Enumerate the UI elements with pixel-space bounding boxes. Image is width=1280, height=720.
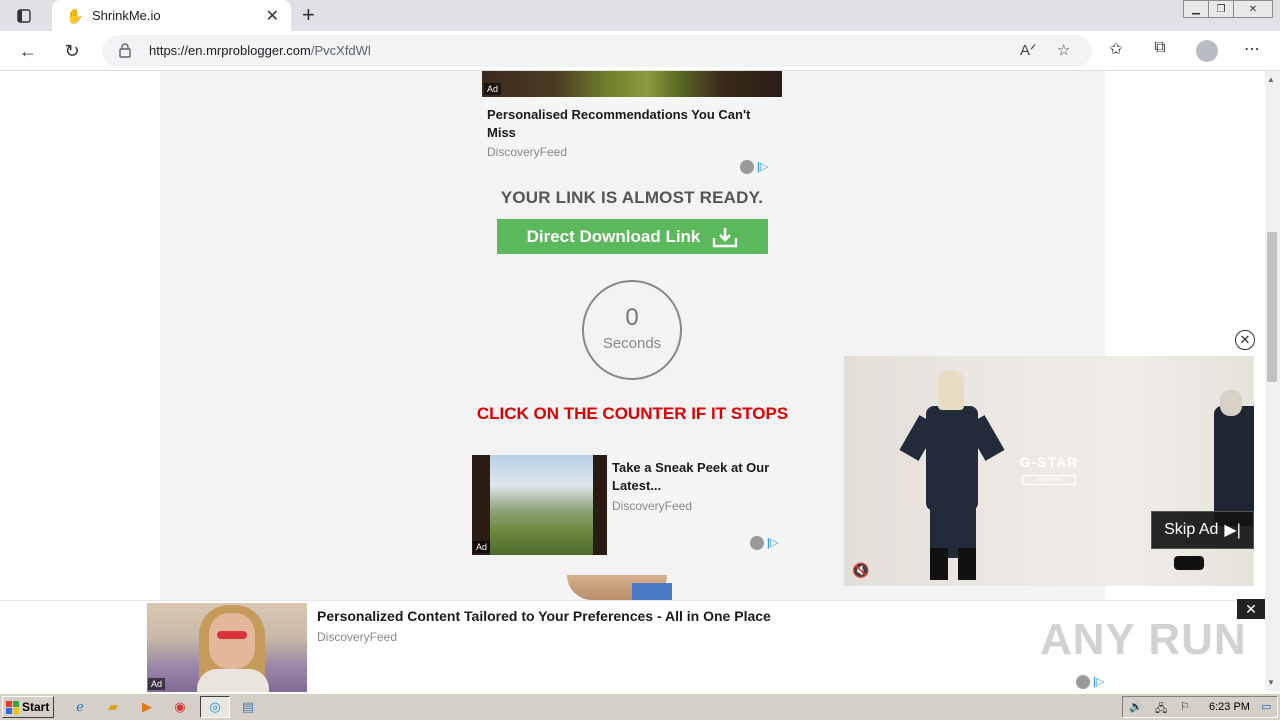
media-player-icon[interactable]: ▶ xyxy=(137,698,157,716)
adchoices-icon[interactable]: |▷ xyxy=(750,536,779,551)
download-icon xyxy=(713,227,738,247)
taskbar: Start ℯ ▰ ▶ ◉ ◎ ▤ 🔊 🖧 ⚐ 6:23 PM ▭ xyxy=(0,693,1280,720)
close-window-icon[interactable]: ✕ xyxy=(1233,0,1273,18)
back-icon[interactable]: ← xyxy=(16,39,40,63)
favorites-icon[interactable]: ✩ xyxy=(1104,39,1128,59)
system-tray xyxy=(1122,696,1278,718)
profile-avatar[interactable] xyxy=(1196,40,1218,62)
tab-bar: ✋ ShrinkMe.io ✕ + ▁ ❐ ✕ xyxy=(0,0,1280,31)
link-ready-heading: YOUR LINK IS ALMOST READY. xyxy=(500,188,764,207)
restore-icon[interactable]: ❐ xyxy=(1208,0,1234,18)
more-options-icon[interactable]: ⋯ xyxy=(1240,39,1264,59)
native-ad-middle[interactable]: Ad Take a Sneak Peek at Our Latest... Di… xyxy=(472,455,790,555)
counter-hint: CLICK ON THE COUNTER IF IT STOPS xyxy=(476,404,789,423)
ad-title[interactable]: Personalized Content Tailored to Your Pr… xyxy=(317,608,771,624)
tab-title: ShrinkMe.io xyxy=(92,8,161,23)
close-tab-icon[interactable]: ✕ xyxy=(266,6,279,26)
lock-icon xyxy=(119,43,131,58)
add-favorite-icon[interactable]: ☆ xyxy=(1057,41,1070,59)
mute-icon[interactable]: 🔇 xyxy=(852,562,869,579)
ad-source: DiscoveryFeed xyxy=(317,630,398,644)
ad-model-figure xyxy=(899,370,1005,580)
volume-icon[interactable]: 🔊 xyxy=(1129,700,1143,713)
new-tab-icon[interactable]: + xyxy=(302,3,315,27)
browser-tab[interactable]: ✋ ShrinkMe.io ✕ xyxy=(52,0,291,31)
read-aloud-icon[interactable]: Aᐟ xyxy=(1020,41,1036,59)
network-icon[interactable]: 🖧 xyxy=(1155,700,1167,719)
url-text: https://en.mrproblogger.com/PvcXfdWl xyxy=(149,43,371,58)
ad-image xyxy=(472,455,607,555)
direct-download-button[interactable]: Direct Download Link xyxy=(497,219,768,254)
clock[interactable]: 6:23 PM xyxy=(1209,701,1250,713)
shop-now-link[interactable]: shop now xyxy=(1022,475,1076,485)
chrome-icon[interactable]: ◉ xyxy=(170,698,190,716)
adchoices-icon[interactable]: |▷ xyxy=(1076,675,1105,690)
browser-toolbar: ← ↻ https://en.mrproblogger.com/PvcXfdWl… xyxy=(0,31,1280,71)
edge-icon: ◎ xyxy=(209,699,221,714)
ad-brand-logo: G-STAR xyxy=(1019,454,1079,470)
native-ad-top[interactable]: Ad Personalised Recommendations You Can'… xyxy=(482,71,782,181)
video-ad[interactable]: G-STAR shop now 🔇 Skip Ad ▶| xyxy=(844,356,1254,586)
ad-image xyxy=(147,603,307,692)
refresh-icon[interactable]: ↻ xyxy=(60,39,84,63)
ad-label: Ad xyxy=(484,83,502,95)
scroll-up-icon[interactable]: ▲ xyxy=(1267,75,1275,84)
tab-actions-icon[interactable] xyxy=(10,6,38,26)
counter-value: 0 xyxy=(625,304,639,331)
action-center-flag-icon[interactable]: ⚐ xyxy=(1180,700,1190,713)
ad-label: Ad xyxy=(148,678,166,690)
collections-icon[interactable]: ⧉ xyxy=(1148,39,1172,57)
skip-next-icon: ▶| xyxy=(1224,522,1241,539)
address-bar[interactable]: https://en.mrproblogger.com/PvcXfdWl Aᐟ … xyxy=(102,35,1092,67)
minimize-icon[interactable]: ▁ xyxy=(1183,0,1209,18)
native-ad-bottom-peek[interactable] xyxy=(482,575,782,600)
start-label: Start xyxy=(22,700,50,714)
counter-unit: Seconds xyxy=(602,335,662,352)
ad-image xyxy=(482,71,782,97)
start-button[interactable]: Start xyxy=(2,696,54,718)
close-bottom-ad-icon[interactable]: ✕ xyxy=(1237,599,1265,619)
close-video-ad-icon[interactable]: ✕ xyxy=(1235,330,1255,350)
show-desktop-icon[interactable]: ▭ xyxy=(1261,700,1271,713)
ad-model-figure-2 xyxy=(1174,376,1254,586)
ad-source: DiscoveryFeed xyxy=(612,499,693,513)
hand-icon: ✋ xyxy=(66,8,84,24)
ad-source: DiscoveryFeed xyxy=(487,145,568,159)
internet-explorer-icon[interactable]: ℯ xyxy=(70,698,90,716)
ad-title[interactable]: Take a Sneak Peek at Our Latest... xyxy=(612,459,782,495)
scrollbar-thumb[interactable] xyxy=(1267,232,1277,382)
notepad-icon[interactable]: ▤ xyxy=(238,698,258,716)
file-explorer-icon[interactable]: ▰ xyxy=(103,698,123,716)
ad-title[interactable]: Personalised Recommendations You Can't M… xyxy=(487,106,767,142)
skip-ad-button[interactable]: Skip Ad ▶| xyxy=(1151,511,1254,549)
anyrun-watermark: ANY RUN xyxy=(1040,615,1247,664)
countdown-counter[interactable]: 0 Seconds xyxy=(582,280,682,380)
adchoices-icon[interactable]: |▷ xyxy=(740,160,769,175)
scroll-down-icon[interactable]: ▼ xyxy=(1267,678,1275,687)
windows-logo-icon xyxy=(6,700,19,714)
ad-label: Ad xyxy=(473,541,491,553)
bottom-sticky-ad[interactable]: Ad Personalized Content Tailored to Your… xyxy=(0,599,1265,692)
download-button-label: Direct Download Link xyxy=(526,226,701,246)
skip-ad-label: Skip Ad xyxy=(1164,521,1219,538)
